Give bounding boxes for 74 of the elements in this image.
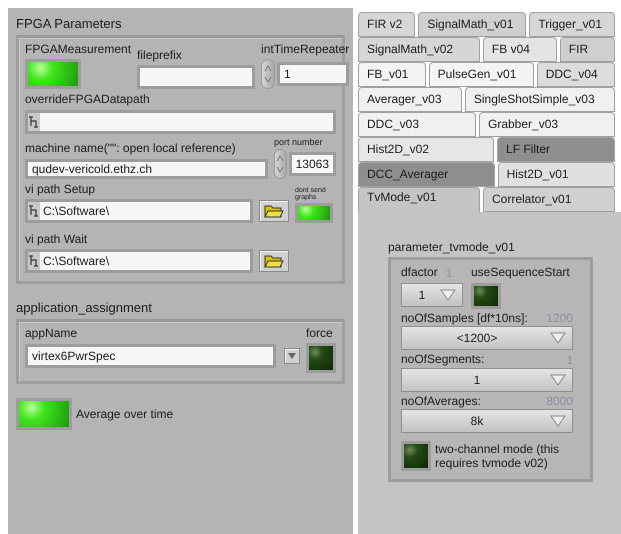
tab[interactable]: DDC_v04 [536,62,616,87]
path-icon [28,112,40,131]
cluster-title: parameter_tvmode_v01 [388,240,516,254]
label: vi path Wait [25,232,88,246]
label: machine name("": open local reference) [25,141,237,156]
led-button[interactable] [295,202,333,223]
text-field[interactable]: qudev-vericold.ethz.ch [25,158,268,179]
tab[interactable]: Correlator_v01 [483,187,615,212]
tab[interactable]: Grabber_v03 [479,112,616,137]
tab[interactable]: DDC_v03 [358,112,476,137]
browse-button[interactable] [259,250,289,272]
led-button[interactable] [25,59,81,90]
text-field[interactable]: virtex6PwrSpec [25,344,276,368]
up-down-arrows-icon [264,64,272,84]
tab[interactable]: FIR [560,37,615,62]
ring-control[interactable]: 1 [401,282,463,307]
tab[interactable]: FB v04 [482,37,557,62]
tab[interactable]: Averager_v03 [358,87,462,112]
dropdown-arrow-icon [550,374,566,386]
text-field[interactable] [137,65,256,90]
path-field[interactable] [25,110,336,134]
path-field[interactable]: C:\Software\ [25,249,253,274]
label: vi path Setup [25,182,96,196]
tab[interactable]: LF Filter [497,137,616,162]
tab[interactable]: Hist2D_v02 [358,137,494,162]
tab[interactable]: PulseGen_v01 [428,62,534,87]
tab[interactable]: SignalMath_v02 [358,37,480,62]
label: port number [274,136,324,148]
dropdown-arrow-icon [288,352,296,359]
ring-control[interactable]: <1200> [401,326,573,350]
ring-control[interactable]: 8k [401,408,573,433]
cluster-title: FPGA Parameters [16,16,122,31]
tab[interactable]: TvMode_v01 [358,187,480,212]
tab[interactable]: Hist2D_v01 [498,162,615,187]
label: FPGAMeasurement [25,42,132,56]
cluster-title: application_assignment [16,300,153,316]
number-field[interactable]: 13063 [288,152,336,176]
led-button[interactable] [306,342,336,373]
led-button[interactable] [401,440,431,471]
path-icon [28,202,40,220]
tab[interactable]: DCC_Averager [358,162,495,187]
path-icon [28,252,40,270]
folder-icon [264,204,284,218]
tab[interactable]: FB_v01 [358,62,426,87]
browse-button[interactable] [259,200,289,222]
dropdown-arrow-icon [440,288,456,301]
dropdown-arrow-icon [550,414,566,427]
label: noOfAverages: [401,394,481,408]
tab[interactable]: FIR v2 [358,12,416,37]
label: dfactor [401,265,438,280]
label: useSequenceStart [471,265,570,280]
label: fileprefix [137,48,183,62]
path-field[interactable]: C:\Software\ [25,198,253,223]
tab[interactable]: Trigger_v01 [529,12,615,37]
tab[interactable]: SignalMath_v01 [418,12,526,37]
dropdown-button[interactable] [284,348,300,364]
number-field[interactable]: 1 [277,62,350,86]
label: noOfSegments: [401,352,484,367]
label: intTimeRepeater [261,42,350,56]
dropdown-arrow-icon [550,332,566,344]
label: noOfSamples [df*10ns]: [401,310,528,326]
led-button[interactable] [16,398,72,430]
label: force [306,326,334,341]
label: appName [25,326,78,341]
up-down-arrows-icon [276,154,284,174]
led-button[interactable] [471,282,501,309]
label: two-channel mode (this requires tvmode v02) [435,442,560,470]
spin-button[interactable] [274,148,287,179]
label: Average over time [76,406,174,421]
spin-button[interactable] [261,59,276,90]
folder-icon [264,254,284,268]
tab[interactable]: SingleShotSimple_v03 [464,87,615,112]
ring-control[interactable]: 1 [401,368,573,392]
label: overrideFPGADatapath [25,92,151,107]
